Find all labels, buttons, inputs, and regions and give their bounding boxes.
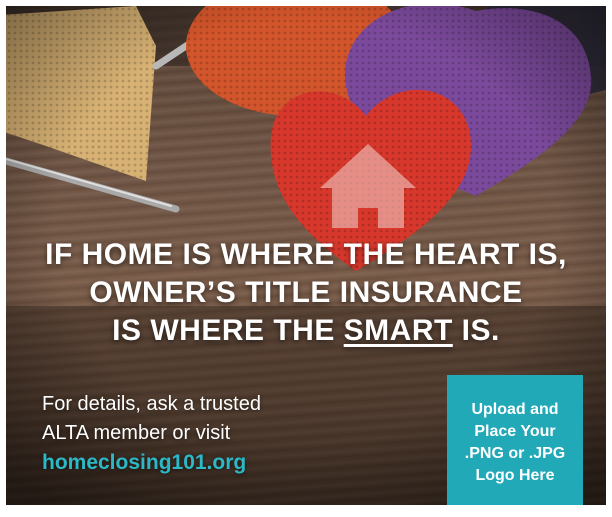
website-link[interactable]: homeclosing101.org xyxy=(42,448,261,477)
logo-placeholder[interactable]: Upload and Place Your .PNG or .JPG Logo … xyxy=(447,375,583,505)
logo-placeholder-line-4: Logo Here xyxy=(475,467,555,484)
ad-banner: IF HOME IS WHERE THE HEART IS, OWNER’S T… xyxy=(6,6,606,505)
headline-line-3-suffix: IS. xyxy=(452,314,500,347)
headline-line-3: IS WHERE THE SMART IS. xyxy=(6,312,606,350)
headline: IF HOME IS WHERE THE HEART IS, OWNER’S T… xyxy=(6,236,606,350)
logo-placeholder-line-2: Place Your xyxy=(474,423,556,440)
logo-placeholder-text: Upload and Place Your .PNG or .JPG Logo … xyxy=(465,399,565,487)
logo-placeholder-line-3: .PNG or .JPG xyxy=(464,445,566,462)
details-text: For details, ask a trusted ALTA member o… xyxy=(42,390,261,477)
headline-emphasis-smart: SMART xyxy=(343,314,453,347)
details-line-2: ALTA member or visit xyxy=(42,422,231,444)
headline-line-1: IF HOME IS WHERE THE HEART IS, xyxy=(45,238,567,271)
headline-line-2: OWNER’S TITLE INSURANCE xyxy=(89,276,523,309)
logo-placeholder-line-1: Upload and xyxy=(471,401,559,418)
details-line-1: For details, ask a trusted xyxy=(42,393,261,415)
headline-line-3-prefix: IS WHERE THE xyxy=(112,314,344,347)
